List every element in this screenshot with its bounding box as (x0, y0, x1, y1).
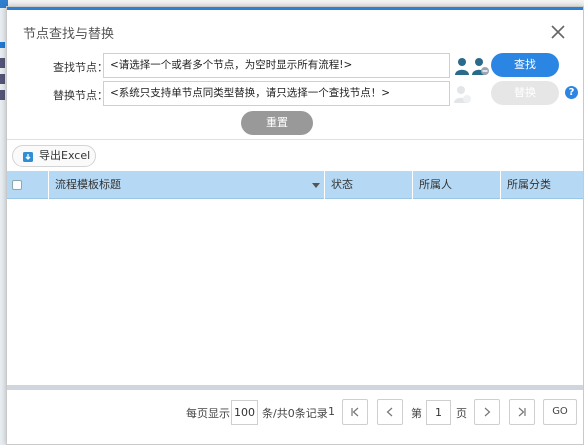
users-select-icon[interactable] (471, 56, 489, 76)
replace-node-row: 替换节点： <系统只支持单节点同类型替换，请只选择一个查找节点！> 替换 ? (7, 81, 583, 107)
horizontal-scrollbar[interactable] (7, 385, 583, 390)
next-page-icon (484, 407, 491, 417)
pager: 每页显示 100 条/共0条记录 1 第 1 页 GO (7, 399, 583, 427)
replace-node-label: 替换节点： (53, 89, 108, 102)
dialog-accent-bar (7, 7, 583, 10)
replace-node-input[interactable]: <系统只支持单节点同类型替换，请只选择一个查找节点！> (103, 81, 450, 106)
background-mark (0, 42, 5, 48)
replace-button[interactable]: 替换 (491, 81, 559, 105)
per-page-label: 每页显示 (186, 407, 230, 420)
export-excel-label: 导出Excel (39, 149, 91, 162)
go-button[interactable]: GO (543, 399, 577, 425)
user-replace-icon[interactable] (453, 84, 471, 104)
divider (7, 139, 583, 140)
excel-export-icon (22, 150, 34, 162)
next-page-button[interactable] (474, 399, 500, 425)
user-select-icon[interactable] (453, 56, 471, 76)
export-excel-button[interactable]: 导出Excel (12, 145, 96, 167)
column-header-owner[interactable]: 所属人 (413, 171, 501, 199)
find-replace-dialog: 节点查找与替换 查找节点： <请选择一个或者多个节点，为空时显示所有流程!> 查… (6, 6, 584, 445)
page-number-input[interactable]: 1 (426, 400, 451, 425)
last-page-icon (518, 407, 526, 417)
last-page-button[interactable] (509, 399, 535, 425)
background-mark (0, 74, 5, 84)
grid-header: 流程模板标题 状态 所属人 所属分类 (7, 171, 583, 199)
prev-page-icon (386, 407, 393, 417)
close-icon[interactable] (549, 23, 567, 41)
select-all-checkbox-cell (7, 171, 49, 199)
page-suffix: 页 (456, 407, 467, 420)
background-mark (0, 90, 5, 100)
column-header-category[interactable]: 所属分类 (501, 171, 584, 199)
background-mark (0, 58, 5, 68)
first-page-icon (351, 407, 359, 417)
page-prefix: 第 (411, 407, 422, 420)
find-node-input[interactable]: <请选择一个或者多个节点，为空时显示所有流程!> (103, 53, 450, 78)
column-header-title-label: 流程模板标题 (55, 178, 121, 191)
column-header-title[interactable]: 流程模板标题 (49, 171, 325, 199)
prev-page-button[interactable] (377, 399, 403, 425)
dialog-title: 节点查找与替换 (23, 27, 115, 42)
column-header-status[interactable]: 状态 (325, 171, 413, 199)
reset-button[interactable]: 重置 (241, 111, 313, 135)
select-all-checkbox[interactable] (12, 180, 22, 190)
per-page-input[interactable]: 100 (231, 400, 258, 425)
total-pages: 1 (328, 405, 335, 418)
results-grid: 流程模板标题 状态 所属人 所属分类 (7, 171, 583, 387)
find-button[interactable]: 查找 (491, 53, 559, 77)
help-icon[interactable]: ? (565, 86, 578, 99)
first-page-button[interactable] (342, 399, 368, 425)
find-node-label: 查找节点： (53, 61, 108, 74)
find-node-row: 查找节点： <请选择一个或者多个节点，为空时显示所有流程!> 查找 (7, 53, 583, 79)
records-label: 条/共0条记录 (262, 407, 328, 420)
sort-caret-icon[interactable] (312, 183, 320, 188)
